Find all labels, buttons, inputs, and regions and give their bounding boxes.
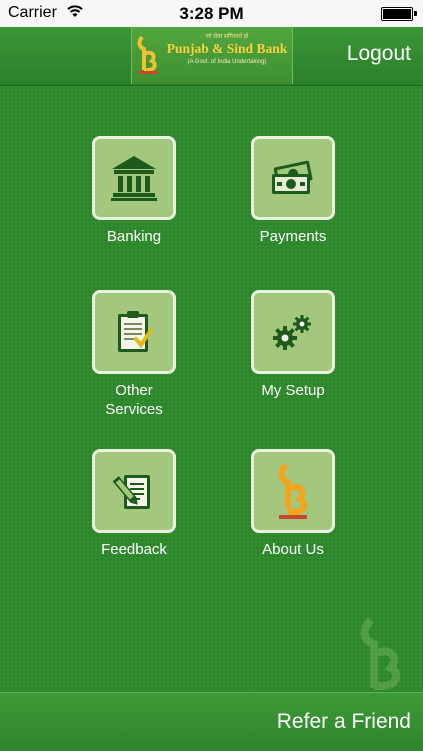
my-setup-tile[interactable] [251, 290, 335, 374]
bank-icon [111, 156, 157, 201]
logout-button[interactable]: Logout [347, 42, 411, 66]
payments-tile[interactable] [251, 136, 335, 220]
menu-label-other-services: Other Services [105, 382, 163, 418]
bank-logo-icon [278, 462, 307, 519]
logo-tagline: जो सेवा सगिथार्थ हो [205, 34, 249, 40]
logo-bank-name: Punjab & Sind Bank [166, 41, 288, 56]
bank-mark-icon [137, 35, 158, 74]
watermark-logo-icon [360, 617, 401, 690]
other-services-tile[interactable] [92, 290, 176, 374]
menu-item-about-us[interactable]: About Us [243, 449, 343, 559]
menu-item-my-setup[interactable]: My Setup [243, 290, 343, 400]
money-icon [272, 160, 313, 194]
menu-label-about-us: About Us [262, 541, 324, 558]
footer-bar: Refer a Friend [0, 692, 423, 751]
about-us-tile[interactable] [251, 449, 335, 533]
feedback-tile[interactable] [92, 449, 176, 533]
refer-a-friend-button[interactable]: Refer a Friend [277, 710, 411, 734]
menu-item-banking[interactable]: Banking [84, 136, 184, 246]
logo-subtitle: (A Govt. of India Undertaking) [187, 59, 267, 65]
main-menu: Banking Payments Other Services My Setup… [0, 86, 423, 692]
feedback-icon [112, 475, 150, 509]
app-header: जो सेवा सगिथार्थ हो Punjab & Sind Bank (… [0, 27, 423, 86]
menu-label-banking: Banking [106, 228, 162, 245]
clock: 3:28 PM [179, 4, 244, 23]
gears-icon [273, 315, 311, 350]
status-bar: Carrier 3:28 PM [0, 0, 423, 27]
menu-item-other-services[interactable]: Other Services [84, 290, 184, 419]
menu-label-my-setup: My Setup [261, 382, 325, 399]
battery-icon [381, 7, 417, 21]
banking-tile[interactable] [92, 136, 176, 220]
menu-label-payments: Payments [259, 228, 327, 245]
clipboard-icon [118, 311, 153, 352]
menu-label-feedback: Feedback [101, 541, 167, 558]
menu-item-payments[interactable]: Payments [243, 136, 343, 246]
bank-logo: जो सेवा सगिथार्थ हो Punjab & Sind Bank (… [131, 27, 293, 84]
menu-item-feedback[interactable]: Feedback [84, 449, 184, 559]
